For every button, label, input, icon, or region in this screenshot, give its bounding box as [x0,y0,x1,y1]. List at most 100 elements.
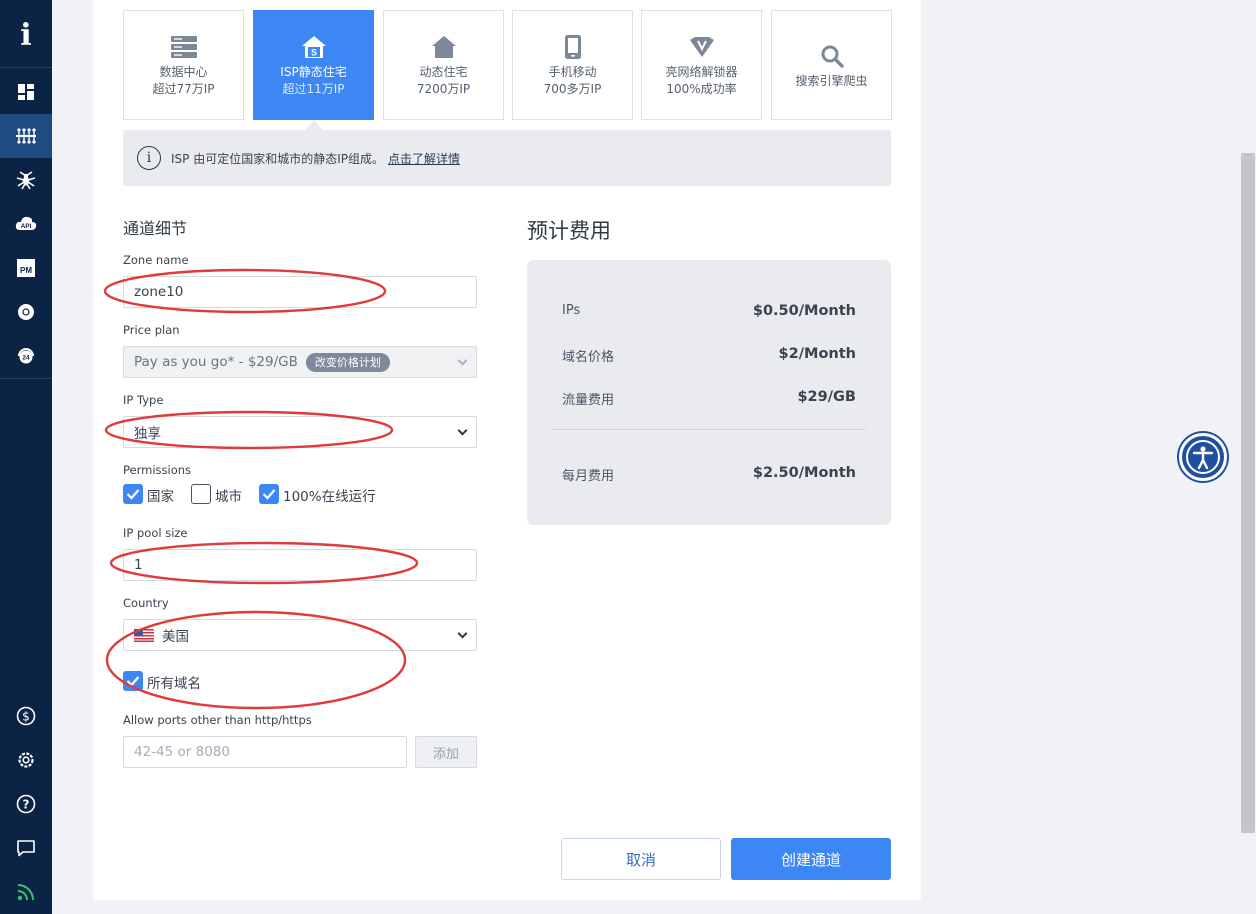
info-bar: i ISP 由可定位国家和城市的静态IP组成。 点击了解详情 [123,130,891,186]
country-label: Country [123,596,169,610]
info-text: ISP 由可定位国家和城市的静态IP组成。 [171,151,384,166]
ip-type-select[interactable]: 独享 [123,416,477,448]
country-value: 美国 [162,629,189,645]
tile-subtitle: 超过77万IP [152,82,215,96]
dashboard-icon[interactable] [0,70,52,114]
cost-total-label: 每月费用 [562,469,615,484]
change-plan-button[interactable]: 改变价格计划 [305,352,390,372]
billing-icon[interactable]: $ [0,694,52,738]
cost-row-value: $2/Month [778,346,856,362]
tile-subtitle: 100%成功率 [666,82,737,96]
add-port-button[interactable]: 添加 [415,736,477,768]
proxy-manager-icon[interactable]: PM [0,246,52,290]
ports-placeholder: 42-45 or 8080 [134,744,230,760]
house-icon [431,32,457,62]
price-plan-label: Price plan [123,323,180,337]
svg-text:API: API [21,223,32,230]
zone-name-label: Zone name [123,253,189,267]
cost-row-value: $0.50/Month [752,303,856,319]
price-plan-value: Pay as you go* - $29/GB [134,354,298,370]
help-icon[interactable]: ? [0,782,52,826]
permission-city-checkbox[interactable] [191,484,211,504]
svg-text:PM: PM [20,266,32,275]
country-select[interactable]: 美国 [123,619,477,651]
tile-subtitle: 超过11万IP [282,82,345,96]
cost-total-row: 每月费用 $2.50/Month [562,465,856,484]
cost-row: 域名价格 $2/Month [562,346,856,365]
ip-pool-size-value: 1 [134,557,143,573]
support-24-icon[interactable]: 24 [0,334,52,378]
cost-row-value: $29/GB [797,389,856,405]
cost-title: 预计费用 [527,219,611,243]
tile-subtitle: 700多万IP [543,82,602,96]
accessibility-button[interactable] [1179,433,1227,481]
spider-icon[interactable] [0,158,52,202]
chrome-icon[interactable] [0,290,52,334]
sidebar-divider [0,67,52,68]
tile-title: 手机移动 [548,65,597,79]
house-s-icon: S [301,32,327,62]
cost-row-label: IPs [562,303,581,318]
api-icon[interactable]: API [0,202,52,246]
cost-panel: IPs $0.50/Month 域名价格 $2/Month 流量费用 $29/G… [527,260,891,525]
learn-more-link[interactable]: 点击了解详情 [388,150,460,167]
tile-unlocker[interactable]: 亮网络解锁器 100%成功率 [641,10,762,120]
ip-type-value: 独享 [134,426,161,442]
permission-country-label: 国家 [147,489,174,505]
tile-title: 动态住宅 [419,65,468,79]
unlocker-icon [689,32,715,62]
ports-label: Allow ports other than http/https [123,713,312,727]
permission-city-label: 城市 [215,489,242,505]
tile-isp-static[interactable]: S ISP静态住宅 超过11万IP [253,10,374,120]
cost-divider [552,429,866,430]
chevron-down-icon [457,628,468,639]
scrollbar-thumb[interactable] [1241,153,1255,833]
permission-country-checkbox[interactable] [123,484,143,504]
zone-name-value: zone10 [134,284,184,300]
all-domains-label: 所有域名 [147,676,201,692]
tile-title: 搜索引擎爬虫 [795,73,868,88]
tile-serp[interactable]: 搜索引擎爬虫 [771,10,892,120]
svg-text:S: S [310,48,316,58]
cost-row: 流量费用 $29/GB [562,389,856,408]
feed-icon[interactable] [0,870,52,914]
section-title: 通道细节 [123,219,188,238]
server-icon [170,32,197,62]
tile-title: 数据中心 [159,65,208,79]
us-flag-icon [134,628,154,642]
tile-subtitle: 7200万IP [416,82,471,96]
tile-title: 亮网络解锁器 [665,65,738,79]
permission-uptime-label: 100%在线运行 [283,489,376,505]
mobile-icon [564,32,582,62]
sidebar-divider [0,378,52,379]
logo-icon[interactable]: i [0,13,52,57]
zone-name-input[interactable]: zone10 [123,276,477,308]
tile-datacenter[interactable]: 数据中心 超过77万IP [123,10,244,120]
svg-text:?: ? [23,798,30,812]
tile-mobile[interactable]: 手机移动 700多万IP [512,10,633,120]
tile-dynamic-residential[interactable]: 动态住宅 7200万IP [383,10,504,120]
tile-title: ISP静态住宅 [280,65,347,79]
ports-input[interactable]: 42-45 or 8080 [123,736,407,768]
create-zone-button[interactable]: 创建通道 [731,838,891,880]
cancel-button[interactable]: 取消 [561,838,721,880]
proxy-network-icon[interactable] [0,114,52,158]
info-icon: i [137,146,161,170]
settings-icon[interactable] [0,738,52,782]
chat-icon[interactable] [0,826,52,870]
price-plan-select: Pay as you go* - $29/GB 改变价格计划 [123,346,477,378]
cost-row-label: 域名价格 [562,350,615,365]
cost-total-value: $2.50/Month [752,465,856,481]
ip-pool-size-label: IP pool size [123,526,188,540]
chevron-down-icon [457,355,468,366]
accessibility-icon [1186,440,1220,474]
svg-text:$: $ [22,710,30,724]
ip-type-label: IP Type [123,393,164,407]
all-domains-checkbox[interactable] [123,671,143,691]
permissions-label: Permissions [123,463,192,477]
ip-pool-size-input[interactable]: 1 [123,549,477,581]
permission-uptime-checkbox[interactable] [259,484,279,504]
cost-row: IPs $0.50/Month [562,303,856,319]
chevron-down-icon [457,425,468,436]
search-icon [820,41,844,71]
